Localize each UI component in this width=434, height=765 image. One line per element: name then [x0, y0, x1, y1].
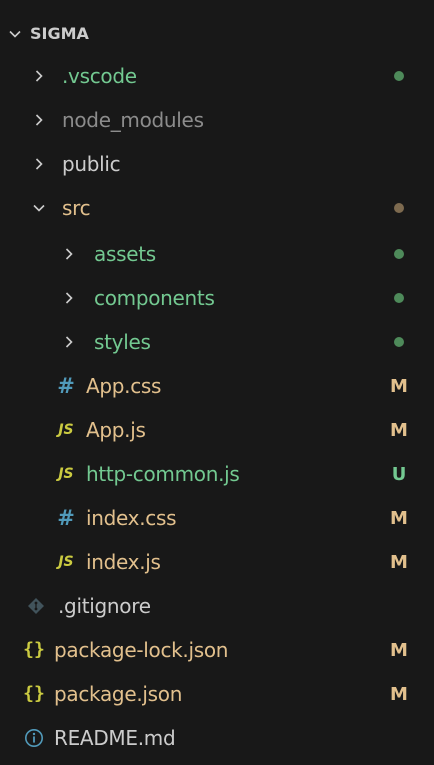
tree-file-index-js[interactable]: JS index.js M [0, 540, 434, 584]
git-badge-modified: M [390, 507, 408, 529]
tree-file-package-lock-json[interactable]: {} package-lock.json M [0, 628, 434, 672]
tree-folder-components[interactable]: components [0, 276, 434, 320]
tree-file-label: App.css [86, 374, 162, 398]
git-status-dot [386, 320, 412, 364]
git-badge-modified: M [390, 683, 408, 705]
tree-folder-label: assets [94, 242, 156, 266]
tree-file-label: index.css [86, 506, 177, 530]
tree-file-label: README.md [54, 726, 176, 750]
git-status-dot [386, 186, 412, 230]
tree-folder-assets[interactable]: assets [0, 232, 434, 276]
chevron-right-icon [28, 109, 50, 131]
js-icon: JS [58, 554, 74, 570]
js-icon: JS [58, 466, 74, 482]
tree-file-package-json[interactable]: {} package.json M [0, 672, 434, 716]
git-badge-modified: M [390, 419, 408, 441]
git-status-dot [386, 232, 412, 276]
tree-folder-label: node_modules [62, 108, 204, 132]
tree-file-label: App.js [86, 418, 146, 442]
tree-file-app-js[interactable]: JS App.js M [0, 408, 434, 452]
tree-folder-node-modules[interactable]: node_modules [0, 98, 434, 142]
json-braces-icon: {} [23, 639, 45, 660]
chevron-right-icon [28, 153, 50, 175]
tree-folder-public[interactable]: public [0, 142, 434, 186]
json-braces-icon: {} [23, 683, 45, 704]
tree-folder-label: src [62, 196, 91, 220]
explorer-root-sigma[interactable]: SIGMA [0, 12, 434, 56]
git-status-dot [386, 54, 412, 98]
tree-file-readme-md[interactable]: README.md [0, 716, 434, 760]
info-circle-icon [22, 727, 46, 749]
git-badge-modified: M [390, 639, 408, 661]
chevron-down-icon [28, 197, 50, 219]
tree-folder-src[interactable]: src [0, 186, 434, 230]
tree-file-label: index.js [86, 550, 161, 574]
tree-file-http-common-js[interactable]: JS http-common.js U [0, 452, 434, 496]
tree-folder-label: public [62, 152, 121, 176]
git-status-dot [386, 276, 412, 320]
tree-folder-styles[interactable]: styles [0, 320, 434, 364]
git-badge-modified: M [390, 551, 408, 573]
tree-file-index-css[interactable]: # index.css M [0, 496, 434, 540]
file-explorer: SIGMA .vscode node_modules public src as… [0, 0, 434, 765]
tree-folder-label: components [94, 286, 215, 310]
tree-file-label: http-common.js [86, 462, 240, 486]
git-badge-modified: M [390, 375, 408, 397]
chevron-right-icon [58, 243, 80, 265]
tree-file-label: package.json [54, 682, 183, 706]
tree-file-app-css[interactable]: # App.css M [0, 364, 434, 408]
css-hash-icon: # [57, 505, 75, 530]
git-diamond-icon [24, 595, 48, 617]
chevron-right-icon [58, 287, 80, 309]
chevron-down-icon [4, 23, 26, 45]
js-icon: JS [58, 422, 74, 438]
tree-folder-label: styles [94, 330, 151, 354]
chevron-right-icon [58, 331, 80, 353]
git-badge-untracked: U [391, 463, 407, 485]
tree-file-label: package-lock.json [54, 638, 229, 662]
chevron-right-icon [28, 65, 50, 87]
tree-folder-label: .vscode [62, 64, 137, 88]
tree-file-gitignore[interactable]: .gitignore [0, 584, 434, 628]
css-hash-icon: # [57, 373, 75, 398]
explorer-root-label: SIGMA [30, 24, 89, 43]
tree-file-label: .gitignore [58, 594, 151, 618]
tree-folder-vscode[interactable]: .vscode [0, 54, 434, 98]
